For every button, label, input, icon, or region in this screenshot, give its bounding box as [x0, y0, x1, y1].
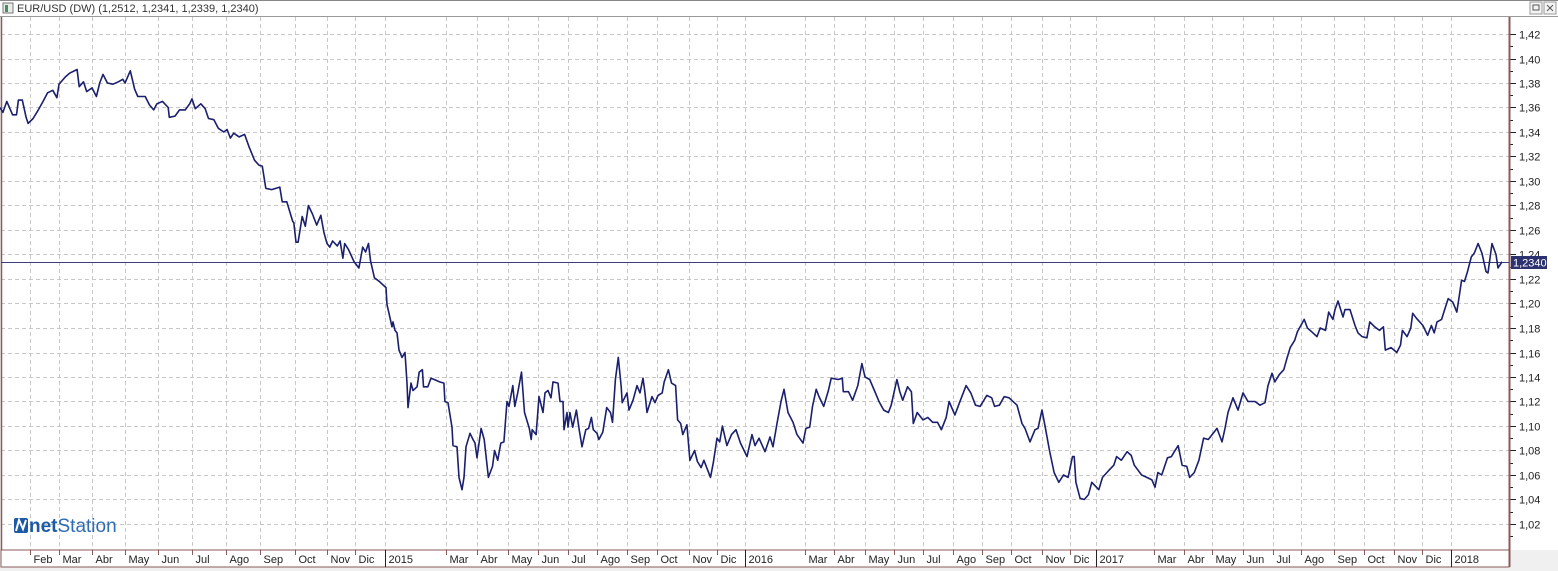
x-tick-label: Ago	[1305, 554, 1325, 566]
x-tick-label: Jul	[196, 554, 210, 566]
current-price-label: 1,2340	[1513, 258, 1547, 270]
x-tick-label: Ago	[601, 554, 621, 566]
x-tick-label: Oct	[661, 554, 678, 566]
y-tick-label: 1,16	[1519, 349, 1540, 361]
x-tick-label: Dic	[721, 554, 737, 566]
y-tick-label: 1,08	[1519, 446, 1540, 458]
x-tick-label: Ago	[230, 554, 250, 566]
x-tick-label: Nov	[331, 554, 351, 566]
x-tick-label: Nov	[1398, 554, 1418, 566]
eurusd-chart-window: EUR/USD (DW) (1,2512, 1,2341, 1,2339, 1,…	[0, 0, 1558, 571]
netstation-logo-icon	[14, 517, 28, 533]
x-tick-label: Dic	[1426, 554, 1442, 566]
x-tick-label: Jul	[927, 554, 941, 566]
x-tick-label: Nov	[1046, 554, 1066, 566]
x-tick-label: Mar	[1158, 554, 1177, 566]
x-tick-label: Dic	[1074, 554, 1090, 566]
x-tick-label: Mar	[450, 554, 469, 566]
y-tick-label: 1,36	[1519, 103, 1540, 115]
x-tick-label: Abr	[481, 554, 498, 566]
x-tick-label: Sep	[631, 554, 651, 566]
y-tick-label: 1,20	[1519, 299, 1540, 311]
restore-icon[interactable]	[1529, 1, 1543, 15]
x-tick-label: May	[1216, 554, 1237, 566]
y-tick-label: 1,28	[1519, 201, 1540, 213]
x-tick-label: Oct	[299, 554, 316, 566]
plot-area	[1, 17, 1509, 550]
netstation-logo: netStation	[14, 516, 117, 537]
y-tick-label: 1,34	[1519, 128, 1540, 140]
x-tick-label: Ago	[957, 554, 977, 566]
x-tick-label: Sep	[1338, 554, 1358, 566]
x-tick-label: Mar	[63, 554, 82, 566]
y-tick-label: 1,42	[1519, 30, 1540, 42]
chart-window-icon	[2, 2, 14, 14]
y-tick-label: 1,38	[1519, 79, 1540, 91]
x-tick-label: Abr	[838, 554, 855, 566]
logo-text: netStation	[29, 516, 117, 537]
y-tick-label: 1,40	[1519, 55, 1540, 67]
current-price-tag: 1,2340	[1511, 256, 1547, 270]
y-tick-label: 1,12	[1519, 397, 1540, 409]
y-tick-label: 1,32	[1519, 152, 1540, 164]
x-tick-label: Jun	[542, 554, 560, 566]
title-bar: EUR/USD (DW) (1,2512, 1,2341, 1,2339, 1,…	[0, 0, 1558, 16]
y-tick-label: 1,22	[1519, 275, 1540, 287]
x-tick-label: 2015	[389, 554, 413, 566]
y-tick-label: 1,10	[1519, 422, 1540, 434]
x-tick-label: Sep	[986, 554, 1006, 566]
x-tick-label: Abr	[1188, 554, 1205, 566]
x-tick-label: 2017	[1100, 554, 1124, 566]
y-tick-label: 1,06	[1519, 471, 1540, 483]
x-tick-label: May	[512, 554, 533, 566]
x-tick-label: May	[129, 554, 150, 566]
x-tick-label: Sep	[264, 554, 284, 566]
x-tick-label: Feb	[34, 554, 53, 566]
y-tick-label: 1,26	[1519, 226, 1540, 238]
window-title: EUR/USD (DW) (1,2512, 1,2341, 1,2339, 1,…	[17, 3, 259, 15]
restore-button[interactable]	[1529, 1, 1543, 15]
x-tick-label: Jul	[572, 554, 586, 566]
close-button[interactable]	[1543, 1, 1557, 15]
y-tick-label: 1,30	[1519, 177, 1540, 189]
x-tick-label: Nov	[693, 554, 713, 566]
x-tick-label: Jun	[162, 554, 180, 566]
x-tick-label: Jul	[1277, 554, 1291, 566]
x-tick-label: Oct	[1015, 554, 1032, 566]
x-tick-label: 2016	[749, 554, 773, 566]
x-tick-label: May	[869, 554, 890, 566]
x-tick-label: 2018	[1455, 554, 1479, 566]
y-tick-label: 1,18	[1519, 324, 1540, 336]
x-tick-label: Oct	[1368, 554, 1385, 566]
y-tick-label: 1,14	[1519, 373, 1540, 385]
x-tick-label: Mar	[809, 554, 828, 566]
x-tick-label: Abr	[96, 554, 113, 566]
x-tick-label: Dic	[359, 554, 375, 566]
x-tick-label: Jun	[898, 554, 916, 566]
y-tick-label: 1,02	[1519, 520, 1540, 532]
x-tick-label: Jun	[1247, 554, 1265, 566]
y-tick-label: 1,04	[1519, 495, 1540, 507]
